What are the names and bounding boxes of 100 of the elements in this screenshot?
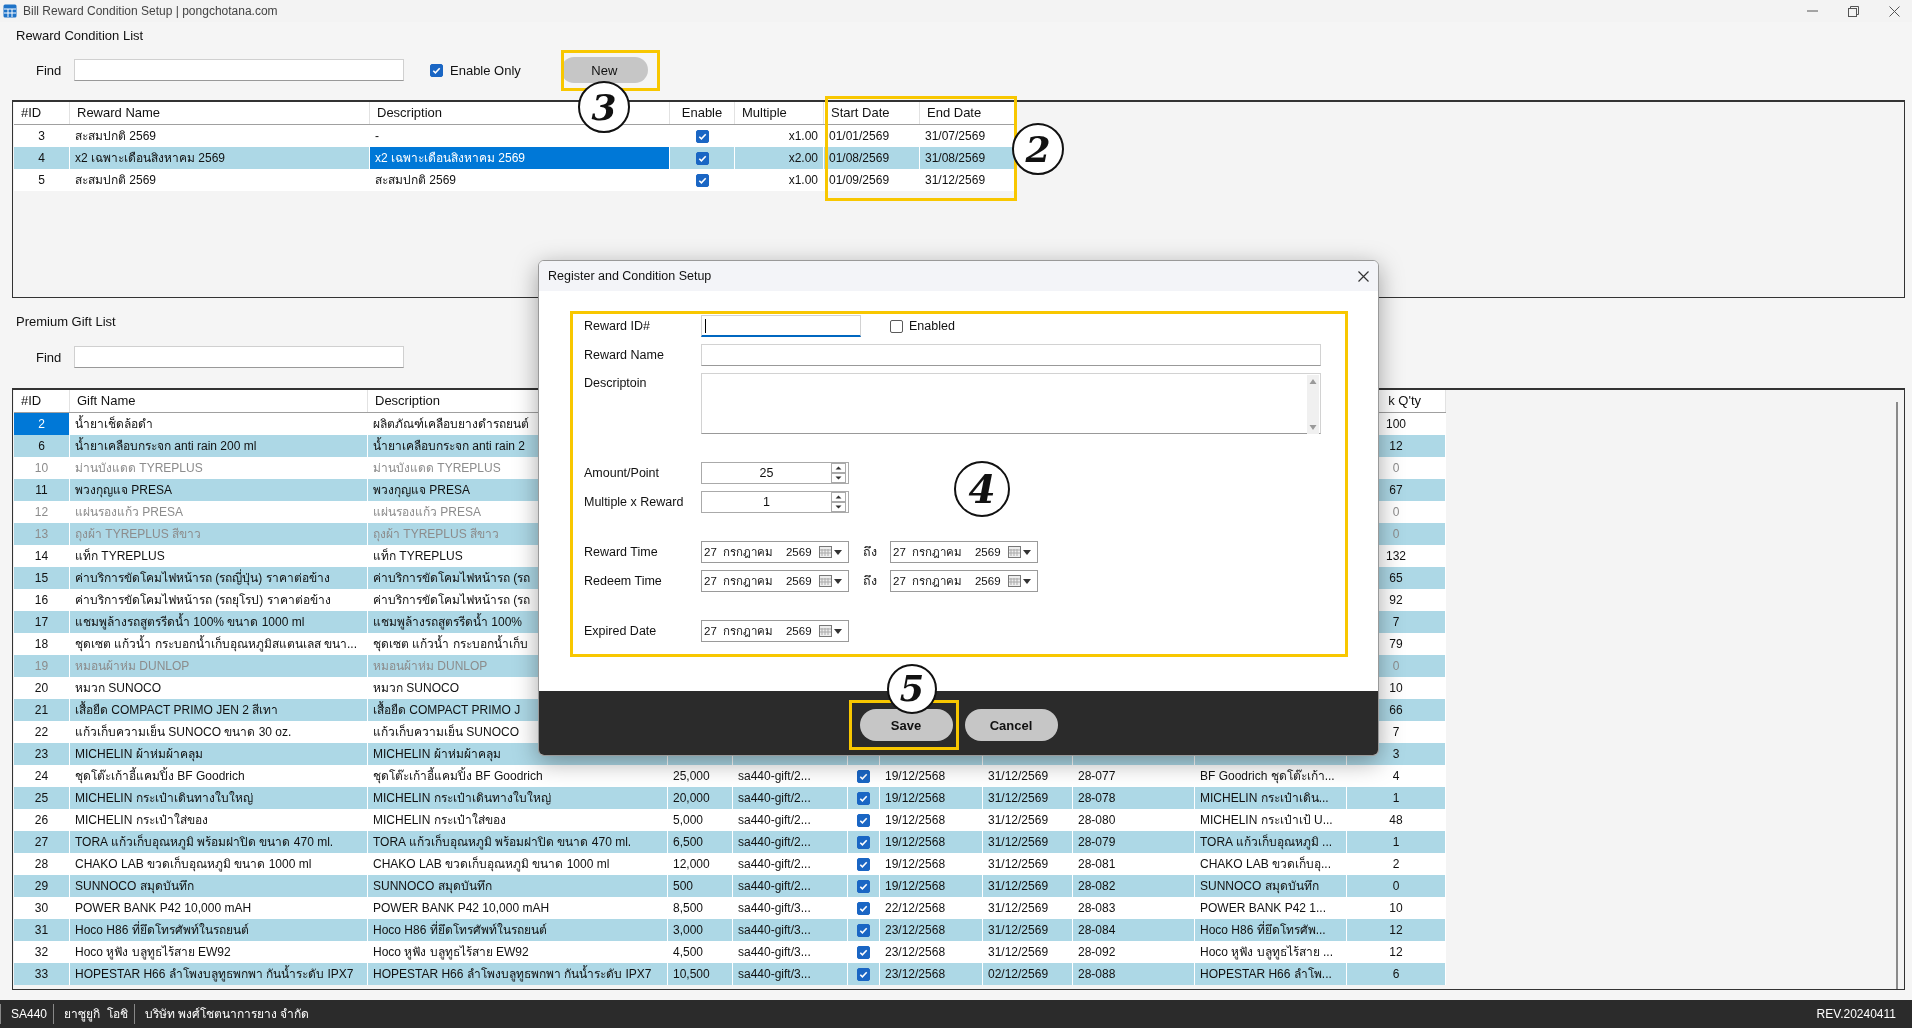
table-row[interactable]: 24 ชุดโต๊ะเก้าอี้แคมปิ้ง BF Goodrich ชุดโต๊ะเก้าอี้แคมปิ้ง BF Goodrich 25,000 sa440-gift/2... 19/12/2568 31/12/2569 28-077 BF Goodrich ชุดโต๊ะเก้า... 4	[14, 765, 1446, 787]
save-button[interactable]: Save	[859, 709, 953, 741]
scrollbar[interactable]	[1307, 375, 1319, 434]
caret-icon[interactable]	[834, 578, 842, 584]
checkbox[interactable]	[890, 319, 903, 333]
checkbox[interactable]	[857, 792, 870, 806]
checkbox[interactable]	[857, 836, 870, 850]
field-label: Amount/Point	[584, 465, 661, 482]
field-label: Descriptoin	[584, 375, 648, 392]
checkbox-label[interactable]: Enable Only	[450, 62, 521, 78]
checkbox[interactable]	[857, 902, 870, 916]
table-cell: 23/12/2568	[880, 963, 983, 985]
caret-icon[interactable]	[834, 549, 842, 555]
table-cell: x1.00	[735, 169, 824, 191]
table-cell: สะสมปกติ 2569	[370, 169, 670, 191]
checkbox[interactable]	[857, 880, 870, 894]
caret-icon[interactable]	[1023, 549, 1031, 555]
date-field[interactable]: 27 กรกฎาคม 2569	[701, 620, 849, 642]
table-cell: สะสมปกติ 2569	[70, 169, 370, 191]
table-row[interactable]: 25 MICHELIN กระเป๋าเดินทางใบใหญ่ MICHELIN กระเป๋าเดินทางใบใหญ่ 20,000 sa440-gift/2... 19/12/2568 31/12/2569 28-078 MICHELIN กระเป๋าเดิน... 1	[14, 787, 1446, 809]
field-label: Reward Time	[584, 544, 659, 561]
table-cell: 5	[14, 169, 70, 191]
table-row[interactable]: 31 Hoco H86 ที่ยึดโทรศัพท์ในรถยนต์ Hoco H86 ที่ยึดโทรศัพท์ในรถยนต์ 3,000 sa440-gift/3... 23/12/2568 31/12/2569 28-084 Hoco H86 ที่ยึดโทรศัพ... 12	[14, 919, 1446, 941]
checkbox[interactable]	[695, 152, 709, 166]
checkbox[interactable]	[857, 968, 870, 982]
checkbox[interactable]	[857, 858, 870, 872]
column-header[interactable]: Gift Name	[70, 390, 368, 412]
cancel-button[interactable]: Cancel	[964, 709, 1058, 741]
field-label: Find	[36, 349, 63, 365]
date-field[interactable]: 27 กรกฎาคม 2569	[890, 541, 1038, 563]
column-header[interactable]: Start Date	[824, 102, 920, 124]
table-cell: 28-088	[1073, 963, 1195, 985]
table-cell: sa440-gift/3...	[733, 963, 848, 985]
calendar-icon[interactable]	[819, 546, 832, 558]
table-row[interactable]: 32 Hoco หูฟัง บลูทูธไร้สาย EW92 Hoco หูฟัง บลูทูธไร้สาย EW92 4,500 sa440-gift/3... 23/12/2568 31/12/2569 28-092 Hoco หูฟัง บลูทูธไร้สาย ... 12	[14, 941, 1446, 963]
range-separator: ถึง	[861, 544, 878, 561]
table-cell: 33	[14, 963, 70, 985]
input-field[interactable]	[701, 315, 861, 337]
checkbox[interactable]	[695, 130, 709, 144]
table-row[interactable]: 29 SUNNOCO สมุดบันทึก SUNNOCO สมุดบันทึก 500 sa440-gift/2... 19/12/2568 31/12/2569 28-082 SUNNOCO สมุดบันทึก 0	[14, 875, 1446, 897]
calendar-icon[interactable]	[1008, 575, 1021, 587]
date-field[interactable]: 27 กรกฎาคม 2569	[701, 541, 849, 563]
version-text: REV.20240411	[1816, 1007, 1896, 1021]
group-title: Premium Gift List	[16, 314, 116, 330]
field-label: Reward Name	[584, 347, 665, 364]
date-field[interactable]: 27 กรกฎาคม 2569	[890, 570, 1038, 592]
checkbox[interactable]	[857, 924, 870, 938]
checkbox[interactable]	[857, 814, 870, 828]
checkbox-label[interactable]: Enabled	[909, 319, 955, 333]
field-label: Redeem Time	[584, 573, 663, 590]
group-title: Reward Condition List	[16, 28, 144, 44]
date-field[interactable]: 27 กรกฎาคม 2569	[701, 570, 849, 592]
table-cell: HOPESTAR H66 ลำโพงบลูทูธพกพา กันน้ำระดับ IPX7	[368, 963, 668, 985]
range-separator: ถึง	[861, 573, 878, 590]
checkbox[interactable]	[430, 63, 443, 77]
spinner-icon[interactable]	[831, 492, 846, 512]
scrollbar[interactable]	[1896, 402, 1898, 989]
column-header[interactable]: #ID	[14, 390, 70, 412]
table-cell: 01/09/2569	[824, 169, 920, 191]
app-icon	[3, 4, 17, 18]
table-row[interactable]: 4 x2 เฉพาะเดือนสิงหาคม 2569 x2 เฉพาะเดือนสิงหาคม 2569 x2.00 01/08/2569 31/08/2569	[14, 147, 1016, 169]
checkbox[interactable]	[695, 174, 709, 188]
calendar-icon[interactable]	[819, 625, 832, 637]
caret-icon[interactable]	[1023, 578, 1031, 584]
checkbox[interactable]	[857, 946, 870, 960]
table-row[interactable]: 27 TORA แก้วเก็บอุณหภูมิ พร้อมฝาปิด ขนาด 470 ml. TORA แก้วเก็บอุณหภูมิ พร้อมฝาปิด ขนาด 470 ml. 6,500 sa440-gift/2... 19/12/2568 31/12/2569 28-079 TORA แก้วเก็บอุณหภูมิ ... 1	[14, 831, 1446, 853]
table-cell: 2	[14, 413, 70, 435]
checkbox[interactable]	[857, 770, 870, 784]
table-row[interactable]: 3 สะสมปกติ 2569 - x1.00 01/01/2569 31/07/2569	[14, 125, 1016, 147]
table-cell: 02/12/2569	[983, 963, 1073, 985]
restore-icon[interactable]	[1848, 5, 1859, 17]
search-field[interactable]	[74, 346, 404, 368]
column-header[interactable]: Multiple	[735, 102, 824, 124]
close-icon[interactable]	[1889, 5, 1900, 17]
spinner-icon[interactable]	[831, 463, 846, 483]
number-field[interactable]: 1	[701, 491, 849, 513]
table-cell: HOPESTAR H66 ลำโพ...	[1195, 963, 1347, 985]
column-header[interactable]: #ID	[14, 102, 70, 124]
table-row[interactable]: 26 MICHELIN กระเป๋าใส่ของ MICHELIN กระเป๋าใส่ของ 5,000 sa440-gift/2... 19/12/2568 31/12/2569 28-080 MICHELIN กระเป๋าเป้ U... 48	[14, 809, 1446, 831]
table-cell: 10,500	[668, 963, 733, 985]
column-header[interactable]: End Date	[920, 102, 1016, 124]
table-row[interactable]: 28 CHAKO LAB ขวดเก็บอุณหภูมิ ขนาด 1000 ml CHAKO LAB ขวดเก็บอุณหภูมิ ขนาด 1000 ml 12,000 sa440-gift/2... 19/12/2568 31/12/2569 28-081 CHAKO LAB ขวดเก็บอุ... 2	[14, 853, 1446, 875]
search-field[interactable]	[74, 59, 404, 81]
table-cell: x2 เฉพาะเดือนสิงหาคม 2569	[370, 147, 670, 169]
status-text: SA440	[0, 1004, 54, 1024]
table-row[interactable]: 30 POWER BANK P42 10,000 mAH POWER BANK P42 10,000 mAH 8,500 sa440-gift/3... 22/12/2568 31/12/2569 28-083 POWER BANK P42 1... 10	[14, 897, 1446, 919]
table-row[interactable]: 5 สะสมปกติ 2569 สะสมปกติ 2569 x1.00 01/09/2569 31/12/2569	[14, 169, 1016, 191]
calendar-icon[interactable]	[819, 575, 832, 587]
close-icon[interactable]	[1358, 270, 1369, 282]
status-text: บริษัท พงศ์โชตนาการยาง จำกัด	[133, 1004, 316, 1024]
table-row[interactable]: 33 HOPESTAR H66 ลำโพงบลูทูธพกพา กันน้ำระดับ IPX7 HOPESTAR H66 ลำโพงบลูทูธพกพา กันน้ำระดับ IPX7 10,500 sa440-gift/3... 23/12/2568 02/12/2569 28-088 HOPESTAR H66 ลำโพ... 6	[14, 963, 1446, 985]
status-text: ยาซูยูกิ โอชิ	[53, 1004, 134, 1024]
number-field[interactable]: 25	[701, 462, 849, 484]
description-field[interactable]	[701, 373, 1321, 434]
calendar-icon[interactable]	[1008, 546, 1021, 558]
table-cell: 6	[1347, 963, 1446, 985]
window-title: Bill Reward Condition Setup | pongchotana.com	[23, 4, 278, 18]
column-header[interactable]: Reward Name	[70, 102, 370, 124]
column-header[interactable]: Enable	[670, 102, 735, 124]
input-field[interactable]	[701, 344, 1321, 366]
